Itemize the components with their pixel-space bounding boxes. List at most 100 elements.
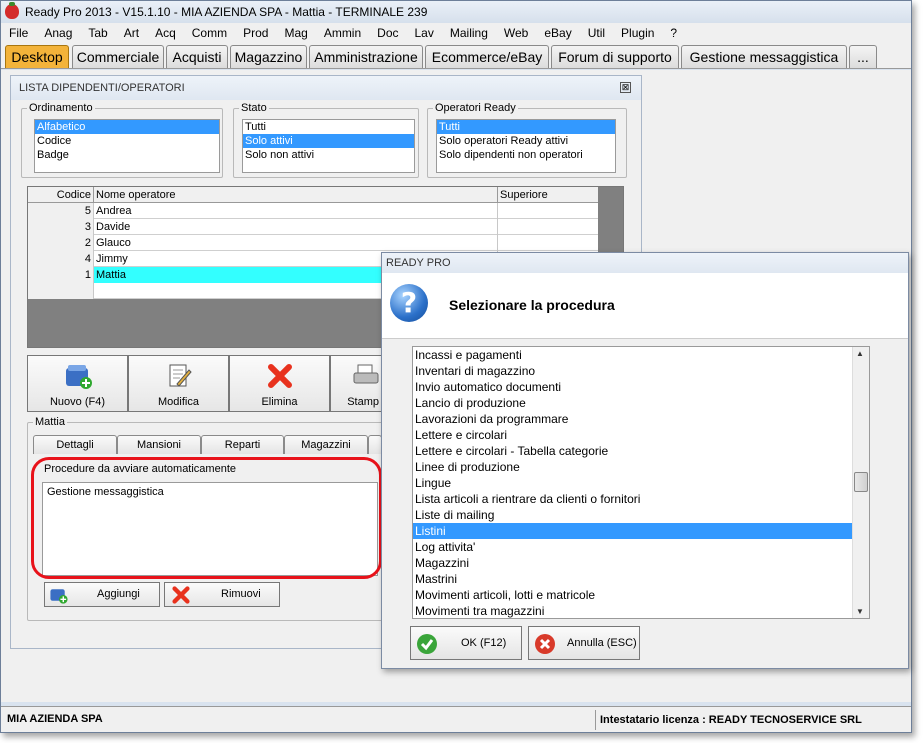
modifica-button[interactable]: Modifica (128, 355, 229, 412)
tab-mansioni[interactable]: Mansioni (117, 435, 201, 454)
menu-util[interactable]: Util (580, 23, 613, 43)
procedure-item[interactable]: Lavorazioni da programmare (413, 411, 853, 427)
ok-button[interactable]: OK (F12) (410, 626, 522, 660)
aggiungi-button[interactable]: Aggiungi (44, 582, 160, 607)
operatori-option[interactable]: Tutti (437, 120, 615, 134)
menu-file[interactable]: File (1, 23, 36, 43)
procedure-item[interactable]: Invio automatico documenti (413, 379, 853, 395)
procedure-item[interactable]: Mastrini (413, 571, 853, 587)
dialog-title: Selezionare la procedura (449, 297, 615, 313)
cell-superiore (498, 203, 599, 219)
menu-ebay[interactable]: eBay (536, 23, 579, 43)
procedure-item[interactable]: Incassi e pagamenti (413, 347, 853, 363)
stampa-label: Stamp (347, 396, 379, 408)
menu-comm[interactable]: Comm (184, 23, 235, 43)
ordinamento-option[interactable]: Codice (35, 134, 219, 148)
cell-codice: 5 (28, 203, 94, 219)
procedure-item[interactable]: Lingue (413, 475, 853, 491)
cancel-button[interactable]: Annulla (ESC) (528, 626, 640, 660)
operatori-list[interactable]: Tutti Solo operatori Ready attivi Solo d… (436, 119, 616, 173)
cell-superiore (498, 235, 599, 251)
menu-lav[interactable]: Lav (407, 23, 442, 43)
table-row[interactable]: 2 Glauco (28, 235, 599, 251)
stampa-button[interactable]: Stamp (330, 355, 382, 412)
tab-desktop[interactable]: Desktop (5, 45, 69, 68)
procedure-item[interactable]: Lista articoli a rientrare da clienti o … (413, 491, 853, 507)
menu-mailing[interactable]: Mailing (442, 23, 496, 43)
menu-acq[interactable]: Acq (147, 23, 184, 43)
table-row[interactable]: 5 Andrea (28, 203, 599, 219)
dialog-caption: READY PRO (382, 253, 908, 273)
scroll-thumb[interactable] (854, 472, 868, 492)
status-bar: MIA AZIENDA SPA Intestatario licenza : R… (1, 706, 911, 732)
menu-art[interactable]: Art (116, 23, 147, 43)
procedure-item[interactable]: Lettere e circolari - Tabella categorie (413, 443, 853, 459)
procedure-list[interactable]: Incassi e pagamenti Inventari di magazzi… (412, 346, 870, 619)
nuovo-label: Nuovo (F4) (49, 396, 106, 408)
tab-magazzino[interactable]: Magazzino (230, 45, 307, 68)
tab-acquisti[interactable]: Acquisti (166, 45, 228, 68)
tab-reparti[interactable]: Reparti (201, 435, 284, 454)
menu-web[interactable]: Web (496, 23, 536, 43)
menu-prod[interactable]: Prod (235, 23, 276, 43)
ordinamento-option[interactable]: Alfabetico (35, 120, 219, 134)
procedure-item[interactable]: Linee di produzione (413, 459, 853, 475)
scroll-up-arrow-icon[interactable]: ▲ (856, 349, 864, 358)
menu-plugin[interactable]: Plugin (613, 23, 662, 43)
table-row[interactable]: 3 Davide (28, 219, 599, 235)
tab-ecommerce-ebay[interactable]: Ecommerce/eBay (425, 45, 549, 68)
ordinamento-list[interactable]: Alfabetico Codice Badge (34, 119, 220, 173)
menu-ammin[interactable]: Ammin (316, 23, 369, 43)
procedure-item[interactable]: Movimenti articoli, lotti e matricole (413, 587, 853, 603)
app-strawberry-icon (5, 2, 19, 19)
scroll-down-arrow-icon[interactable]: ▼ (856, 607, 864, 616)
title-bar: Ready Pro 2013 - V15.1.10 - MIA AZIENDA … (1, 1, 911, 23)
rimuovi-button[interactable]: Rimuovi (164, 582, 280, 607)
tab-commerciale[interactable]: Commerciale (72, 45, 164, 68)
nuovo-button[interactable]: Nuovo (F4) (27, 355, 128, 412)
procedure-item[interactable]: Lancio di produzione (413, 395, 853, 411)
ordinamento-option[interactable]: Badge (35, 148, 219, 162)
tab-more[interactable]: ... (849, 45, 877, 68)
menu-anag[interactable]: Anag (36, 23, 80, 43)
menu-tab[interactable]: Tab (80, 23, 115, 43)
column-codice[interactable]: Codice (28, 187, 94, 203)
procedure-item[interactable]: Log attivita' (413, 539, 853, 555)
procedure-item[interactable]: Liste di mailing (413, 507, 853, 523)
procedure-list-scrollbar[interactable]: ▲ ▼ (852, 347, 869, 618)
detail-legend: Mattia (35, 416, 65, 428)
ok-label: OK (F12) (461, 637, 507, 649)
tab-more-inner[interactable] (368, 435, 382, 454)
stato-option[interactable]: Solo non attivi (243, 148, 414, 162)
new-record-icon (65, 365, 92, 389)
operatori-option[interactable]: Solo operatori Ready attivi (437, 134, 615, 148)
menu-mag[interactable]: Mag (276, 23, 315, 43)
tab-gestione-messaggistica[interactable]: Gestione messaggistica (681, 45, 847, 68)
stato-option[interactable]: Tutti (243, 120, 414, 134)
dialog-header: ? Selezionare la procedura (382, 273, 908, 339)
procedure-item[interactable]: Inventari di magazzino (413, 363, 853, 379)
menu-help[interactable]: ? (662, 23, 685, 43)
tab-amministrazione[interactable]: Amministrazione (309, 45, 423, 68)
menu-bar: File Anag Tab Art Acq Comm Prod Mag Ammi… (1, 23, 911, 43)
procedure-item[interactable]: Magazzini (413, 555, 853, 571)
procedure-item[interactable]: Lettere e circolari (413, 427, 853, 443)
column-nome-operatore[interactable]: Nome operatore (94, 187, 498, 203)
stato-list[interactable]: Tutti Solo attivi Solo non attivi (242, 119, 415, 173)
cell-codice (28, 283, 94, 299)
ordinamento-legend: Ordinamento (29, 102, 93, 114)
stato-option[interactable]: Solo attivi (243, 134, 414, 148)
tab-magazzini[interactable]: Magazzini (284, 435, 368, 454)
close-icon[interactable]: ⊠ (620, 82, 631, 93)
procedure-item[interactable]: Movimenti tra magazzini (413, 603, 853, 618)
cancel-label: Annulla (ESC) (567, 637, 637, 649)
column-superiore[interactable]: Superiore (498, 187, 599, 203)
elimina-button[interactable]: Elimina (229, 355, 330, 412)
menu-doc[interactable]: Doc (369, 23, 406, 43)
tab-forum-di-supporto[interactable]: Forum di supporto (551, 45, 679, 68)
status-company: MIA AZIENDA SPA (7, 713, 103, 725)
procedure-item-selected[interactable]: Listini (413, 523, 853, 539)
operatori-option[interactable]: Solo dipendenti non operatori (437, 148, 615, 162)
modifica-label: Modifica (158, 396, 199, 408)
tab-dettagli[interactable]: Dettagli (33, 435, 117, 454)
